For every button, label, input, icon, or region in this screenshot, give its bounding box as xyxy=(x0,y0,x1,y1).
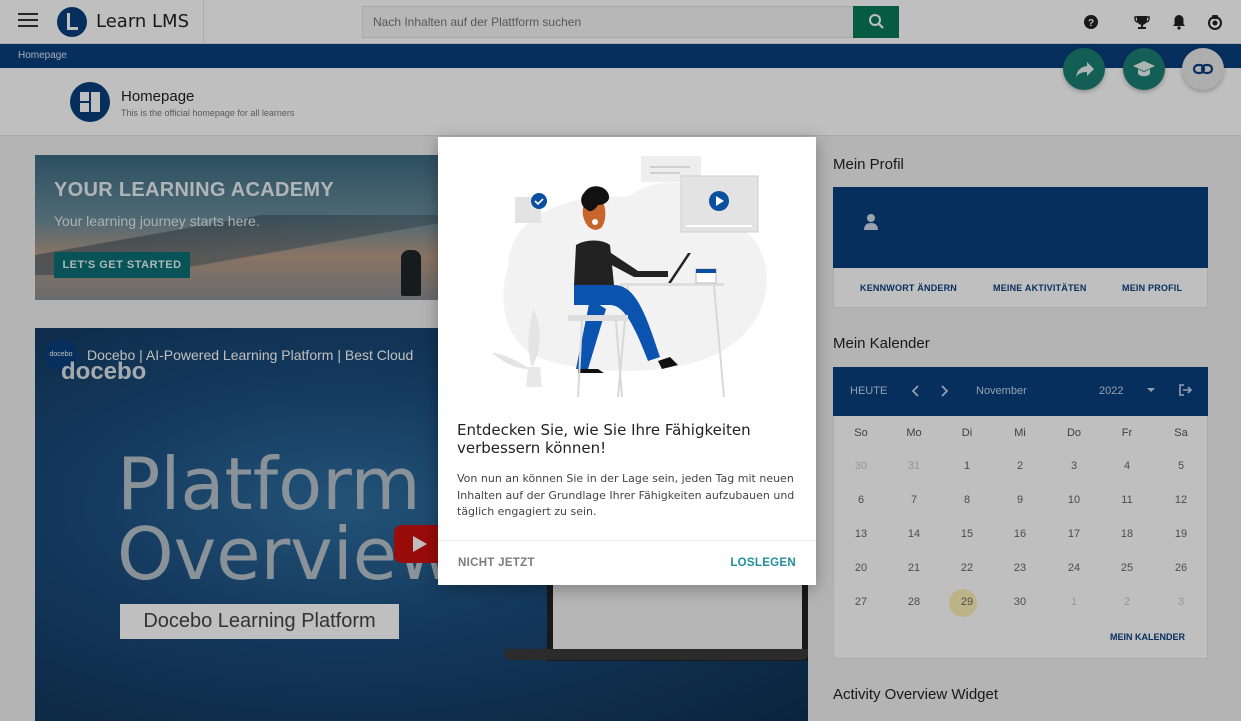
skills-dialog: Entdecken Sie, wie Sie Ihre Fähigkeiten … xyxy=(438,137,816,585)
person-at-desk-illustration xyxy=(492,156,767,398)
check-icon xyxy=(531,193,547,209)
not-now-button[interactable]: NICHT JETZT xyxy=(458,557,535,569)
dialog-footer: NICHT JETZT LOSLEGEN xyxy=(438,540,816,585)
get-started-dialog-button[interactable]: LOSLEGEN xyxy=(730,557,796,569)
dialog-body: Von nun an können Sie in der Lage sein, … xyxy=(457,472,795,518)
dialog-title: Entdecken Sie, wie Sie Ihre Fähigkeiten … xyxy=(457,421,751,457)
